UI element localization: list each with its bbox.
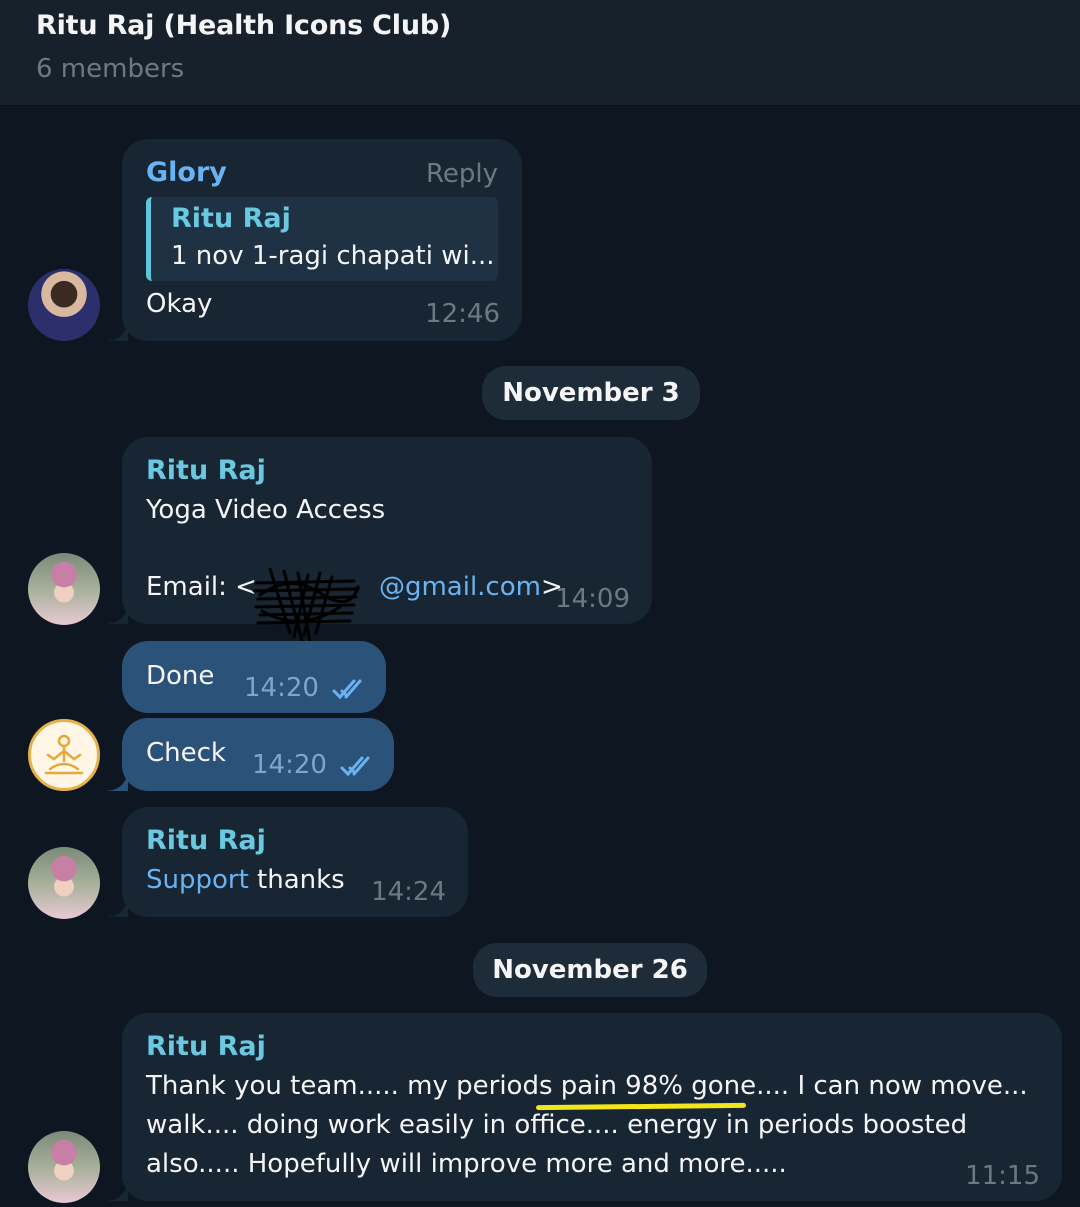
message-bubble[interactable]: Ritu Raj Thank you team..... my periods … xyxy=(108,1013,1062,1201)
message-time: 14:20 xyxy=(252,750,327,780)
avatar-health-icons-club[interactable] xyxy=(28,719,100,791)
double-check-icon xyxy=(332,679,362,700)
message-text: Okay xyxy=(146,289,213,319)
message-text: Yoga Video Access xyxy=(146,495,386,525)
date-separator: November 26 xyxy=(473,943,707,997)
chat-title: Ritu Raj (Health Icons Club) xyxy=(36,10,452,41)
message-text-line: also..... Hopefully will improve more an… xyxy=(146,1149,787,1179)
sender-name[interactable]: Ritu Raj xyxy=(146,1031,266,1062)
member-count: 6 members xyxy=(36,54,185,84)
avatar-glory[interactable] xyxy=(28,269,100,341)
message-list: Glory Reply Ritu Raj 1 nov 1-ragi chapat… xyxy=(0,107,1080,1207)
redaction-scribble xyxy=(252,567,360,645)
message-time: 11:15 xyxy=(965,1161,1040,1191)
avatar-ritu-raj[interactable] xyxy=(28,553,100,625)
email-link[interactable]: @gmail.com xyxy=(379,572,541,602)
quote-text: 1 nov 1-ragi chapati wi... xyxy=(171,241,495,271)
message-text: Check xyxy=(146,738,226,768)
message-text-rest: thanks xyxy=(248,865,345,895)
chat-header[interactable]: Ritu Raj (Health Icons Club) 6 members xyxy=(0,0,1080,106)
quote-sender: Ritu Raj xyxy=(171,203,291,234)
avatar-ritu-raj[interactable] xyxy=(28,847,100,919)
message-time: 14:09 xyxy=(555,584,630,614)
double-check-icon xyxy=(340,756,370,777)
date-separator: November 3 xyxy=(482,366,700,420)
message-bubble[interactable]: Done 14:20 xyxy=(122,641,386,713)
support-link[interactable]: Support xyxy=(146,865,249,895)
message-text-line: walk.... doing work easily in office....… xyxy=(146,1110,968,1140)
meditation-icon xyxy=(44,734,84,775)
email-prefix: Email: < xyxy=(146,572,257,602)
message-time: 14:20 xyxy=(244,673,319,703)
sender-name[interactable]: Ritu Raj xyxy=(146,825,266,856)
message-text-line: Thank you team..... my periods pain 98% … xyxy=(146,1071,1028,1101)
message-bubble[interactable]: Glory Reply Ritu Raj 1 nov 1-ragi chapat… xyxy=(108,139,522,341)
sender-name[interactable]: Glory xyxy=(146,157,227,188)
message-time: 14:24 xyxy=(371,877,446,907)
message-bubble[interactable]: Ritu Raj Support thanks 14:24 xyxy=(108,807,468,917)
message-time: 12:46 xyxy=(425,299,500,329)
sender-name[interactable]: Ritu Raj xyxy=(146,455,266,486)
message-bubble[interactable]: Check 14:20 xyxy=(108,718,394,791)
message-bubble[interactable]: Ritu Raj Yoga Video Access Email: < @gmai… xyxy=(108,437,652,645)
message-text: Done xyxy=(146,661,215,691)
reply-button[interactable]: Reply xyxy=(426,159,498,189)
message-text: Support thanks xyxy=(146,865,345,895)
reply-quote[interactable]: Ritu Raj 1 nov 1-ragi chapati wi... xyxy=(146,197,498,281)
avatar-ritu-raj[interactable] xyxy=(28,1131,100,1203)
